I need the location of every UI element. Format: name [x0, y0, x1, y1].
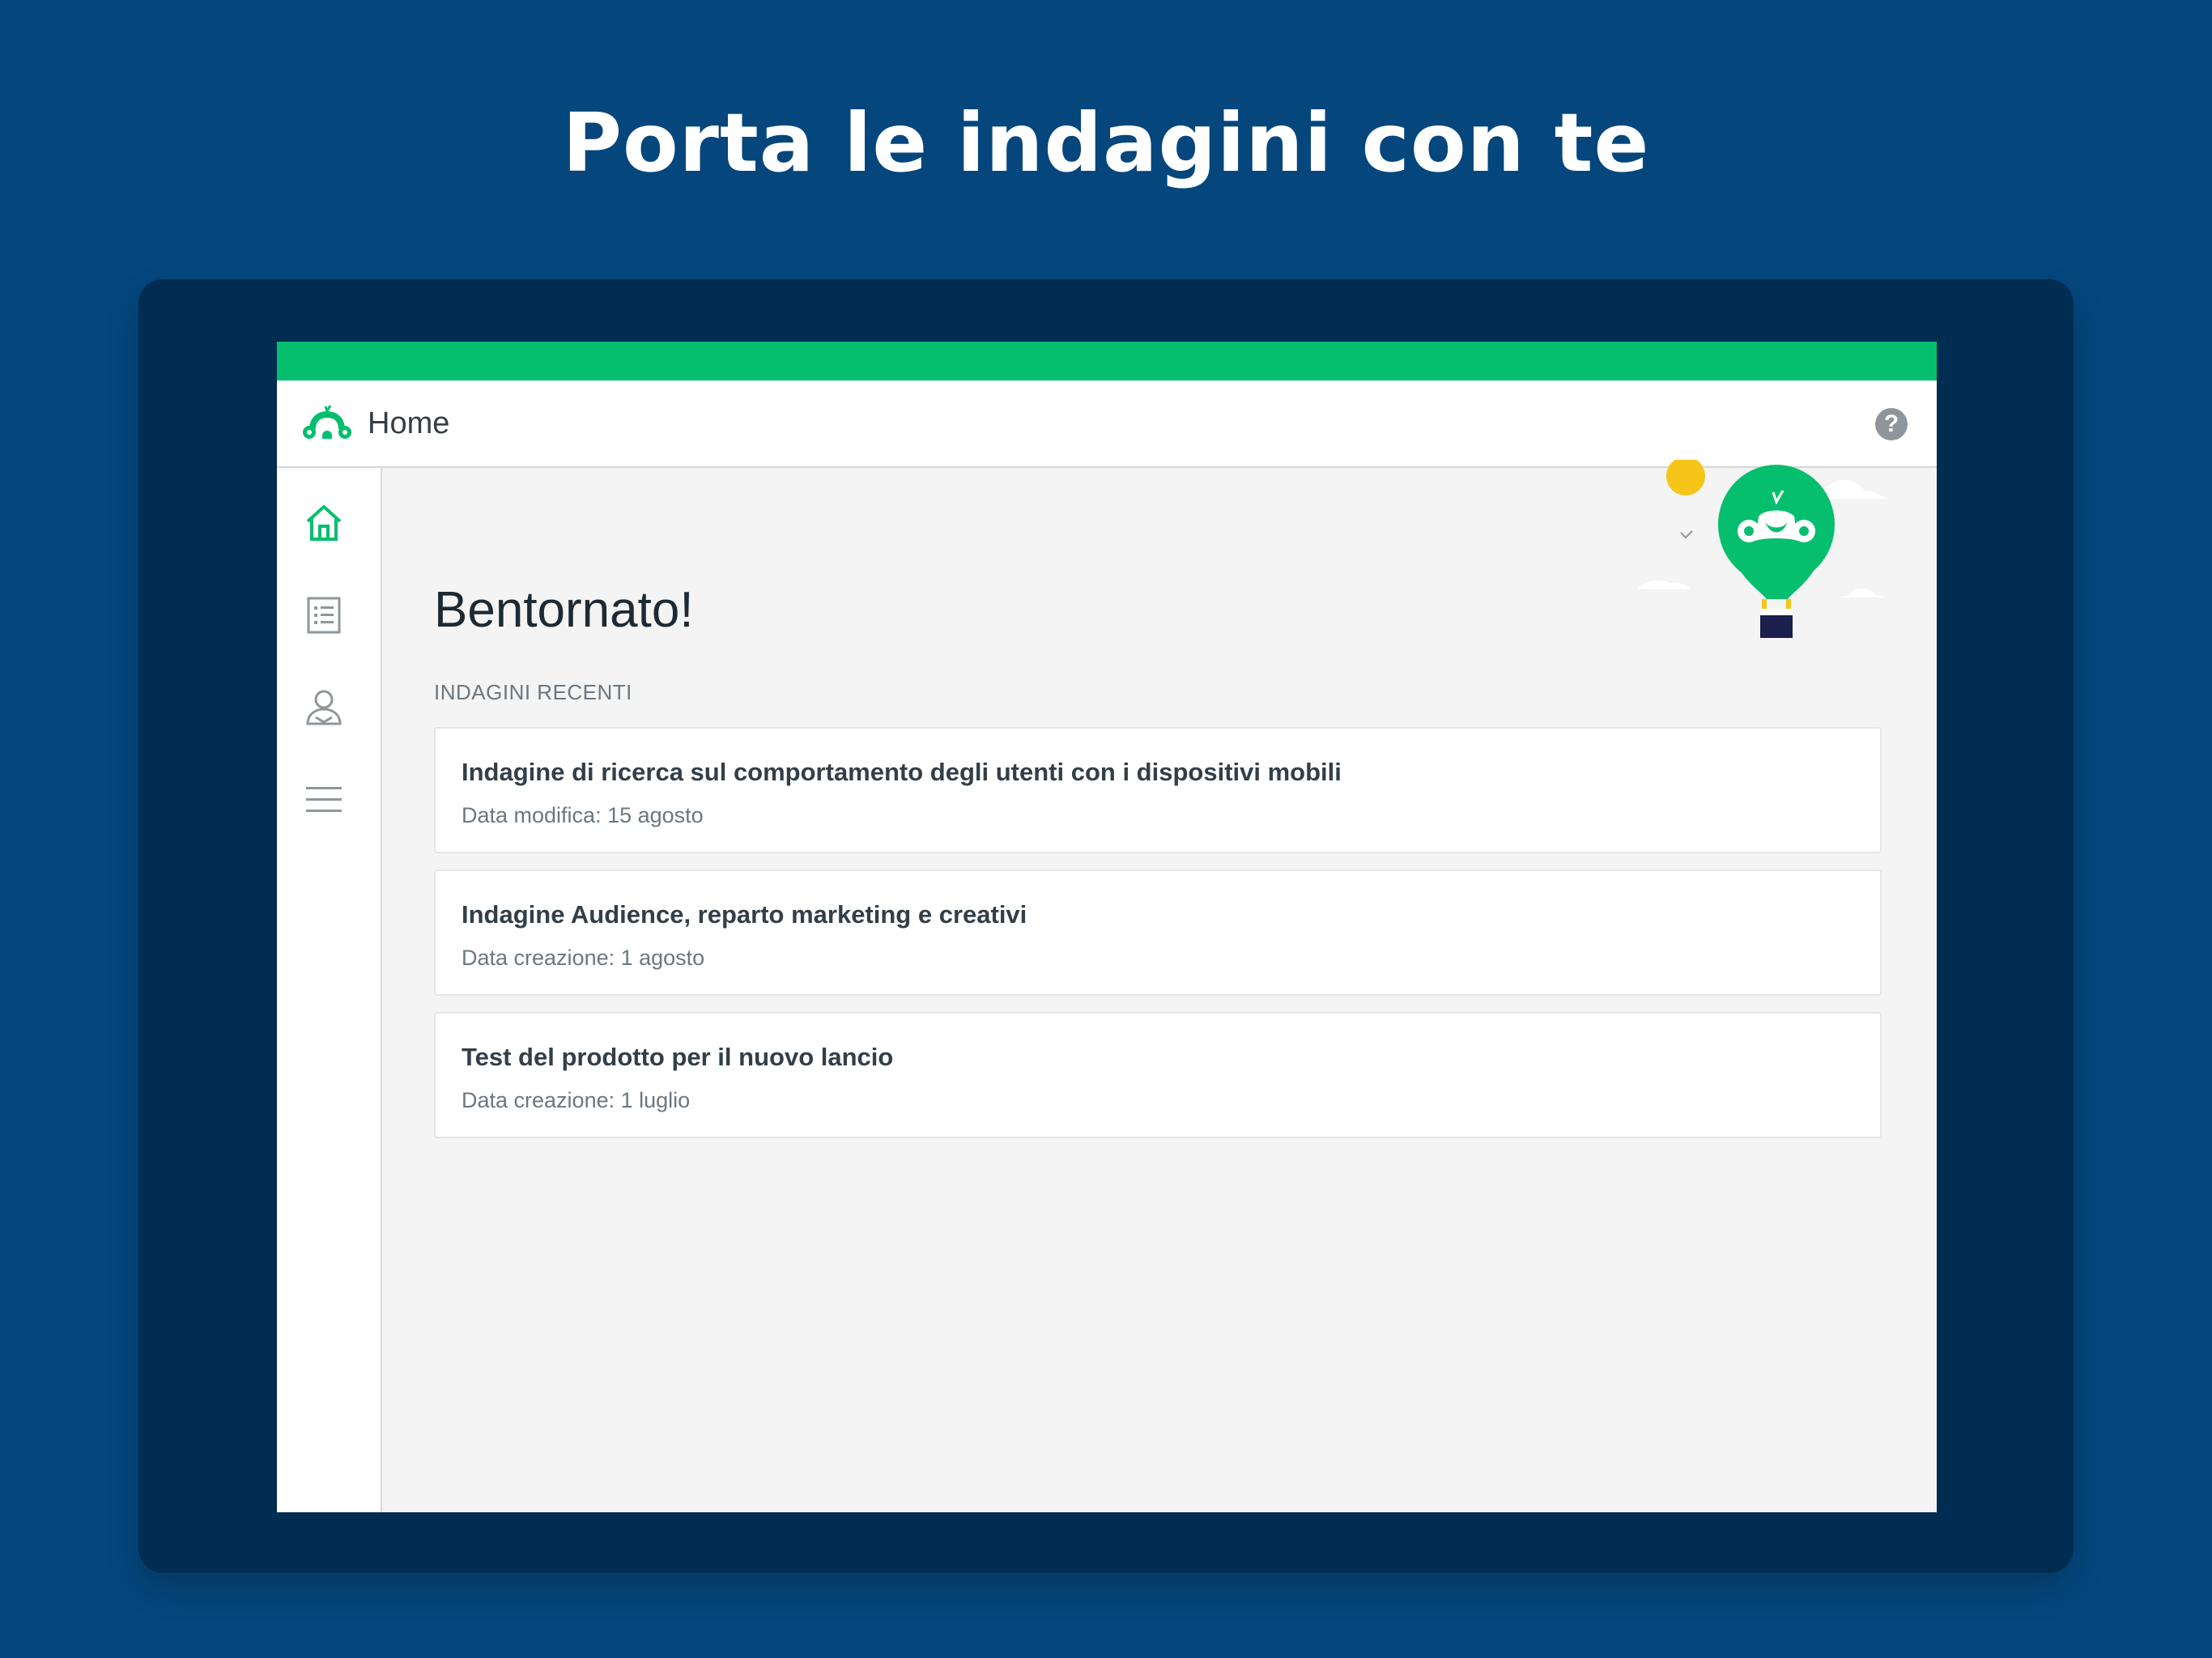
survey-card[interactable]: Test del prodotto per il nuovo lancio Da…: [434, 1012, 1882, 1138]
survey-date: Data creazione: 1 luglio: [462, 1088, 691, 1112]
tablet-frame: Home ? Bentornato! INDAGINI RECENTI Inda…: [138, 279, 2074, 1573]
hot-air-balloon-illustration: [1637, 460, 1887, 638]
survey-title: Indagine Audience, reparto marketing e c…: [462, 900, 1027, 929]
survey-card[interactable]: Indagine Audience, reparto marketing e c…: [434, 869, 1882, 996]
help-icon[interactable]: ?: [1875, 408, 1908, 440]
app-bar: Home ?: [277, 380, 1937, 468]
app-title: Home: [368, 406, 450, 440]
app-screen: Home ? Bentornato! INDAGINI RECENTI Inda…: [277, 342, 1937, 1512]
home-icon[interactable]: [301, 500, 347, 546]
survey-title: Indagine di ricerca sul comportamento de…: [462, 758, 1342, 786]
welcome-heading: Bentornato!: [434, 582, 694, 638]
recent-surveys-label: INDAGINI RECENTI: [434, 680, 632, 704]
status-bar: [277, 342, 1937, 380]
survey-date: Data creazione: 1 agosto: [462, 946, 705, 970]
hamburger-menu-icon[interactable]: [301, 777, 347, 823]
user-icon[interactable]: [301, 685, 347, 730]
sidebar: [277, 468, 382, 1512]
recent-surveys-list: Indagine di ricerca sul comportamento de…: [434, 727, 1882, 1154]
survey-title: Test del prodotto per il nuovo lancio: [462, 1043, 894, 1071]
headline: Porta le indagini con te: [562, 96, 1650, 190]
survey-date: Data modifica: 15 agosto: [462, 803, 704, 827]
surveymonkey-logo-icon[interactable]: [301, 403, 353, 444]
survey-list-icon[interactable]: [301, 593, 347, 638]
main-content: Bentornato! INDAGINI RECENTI Indagine di…: [382, 460, 1937, 1512]
survey-card[interactable]: Indagine di ricerca sul comportamento de…: [434, 727, 1882, 853]
